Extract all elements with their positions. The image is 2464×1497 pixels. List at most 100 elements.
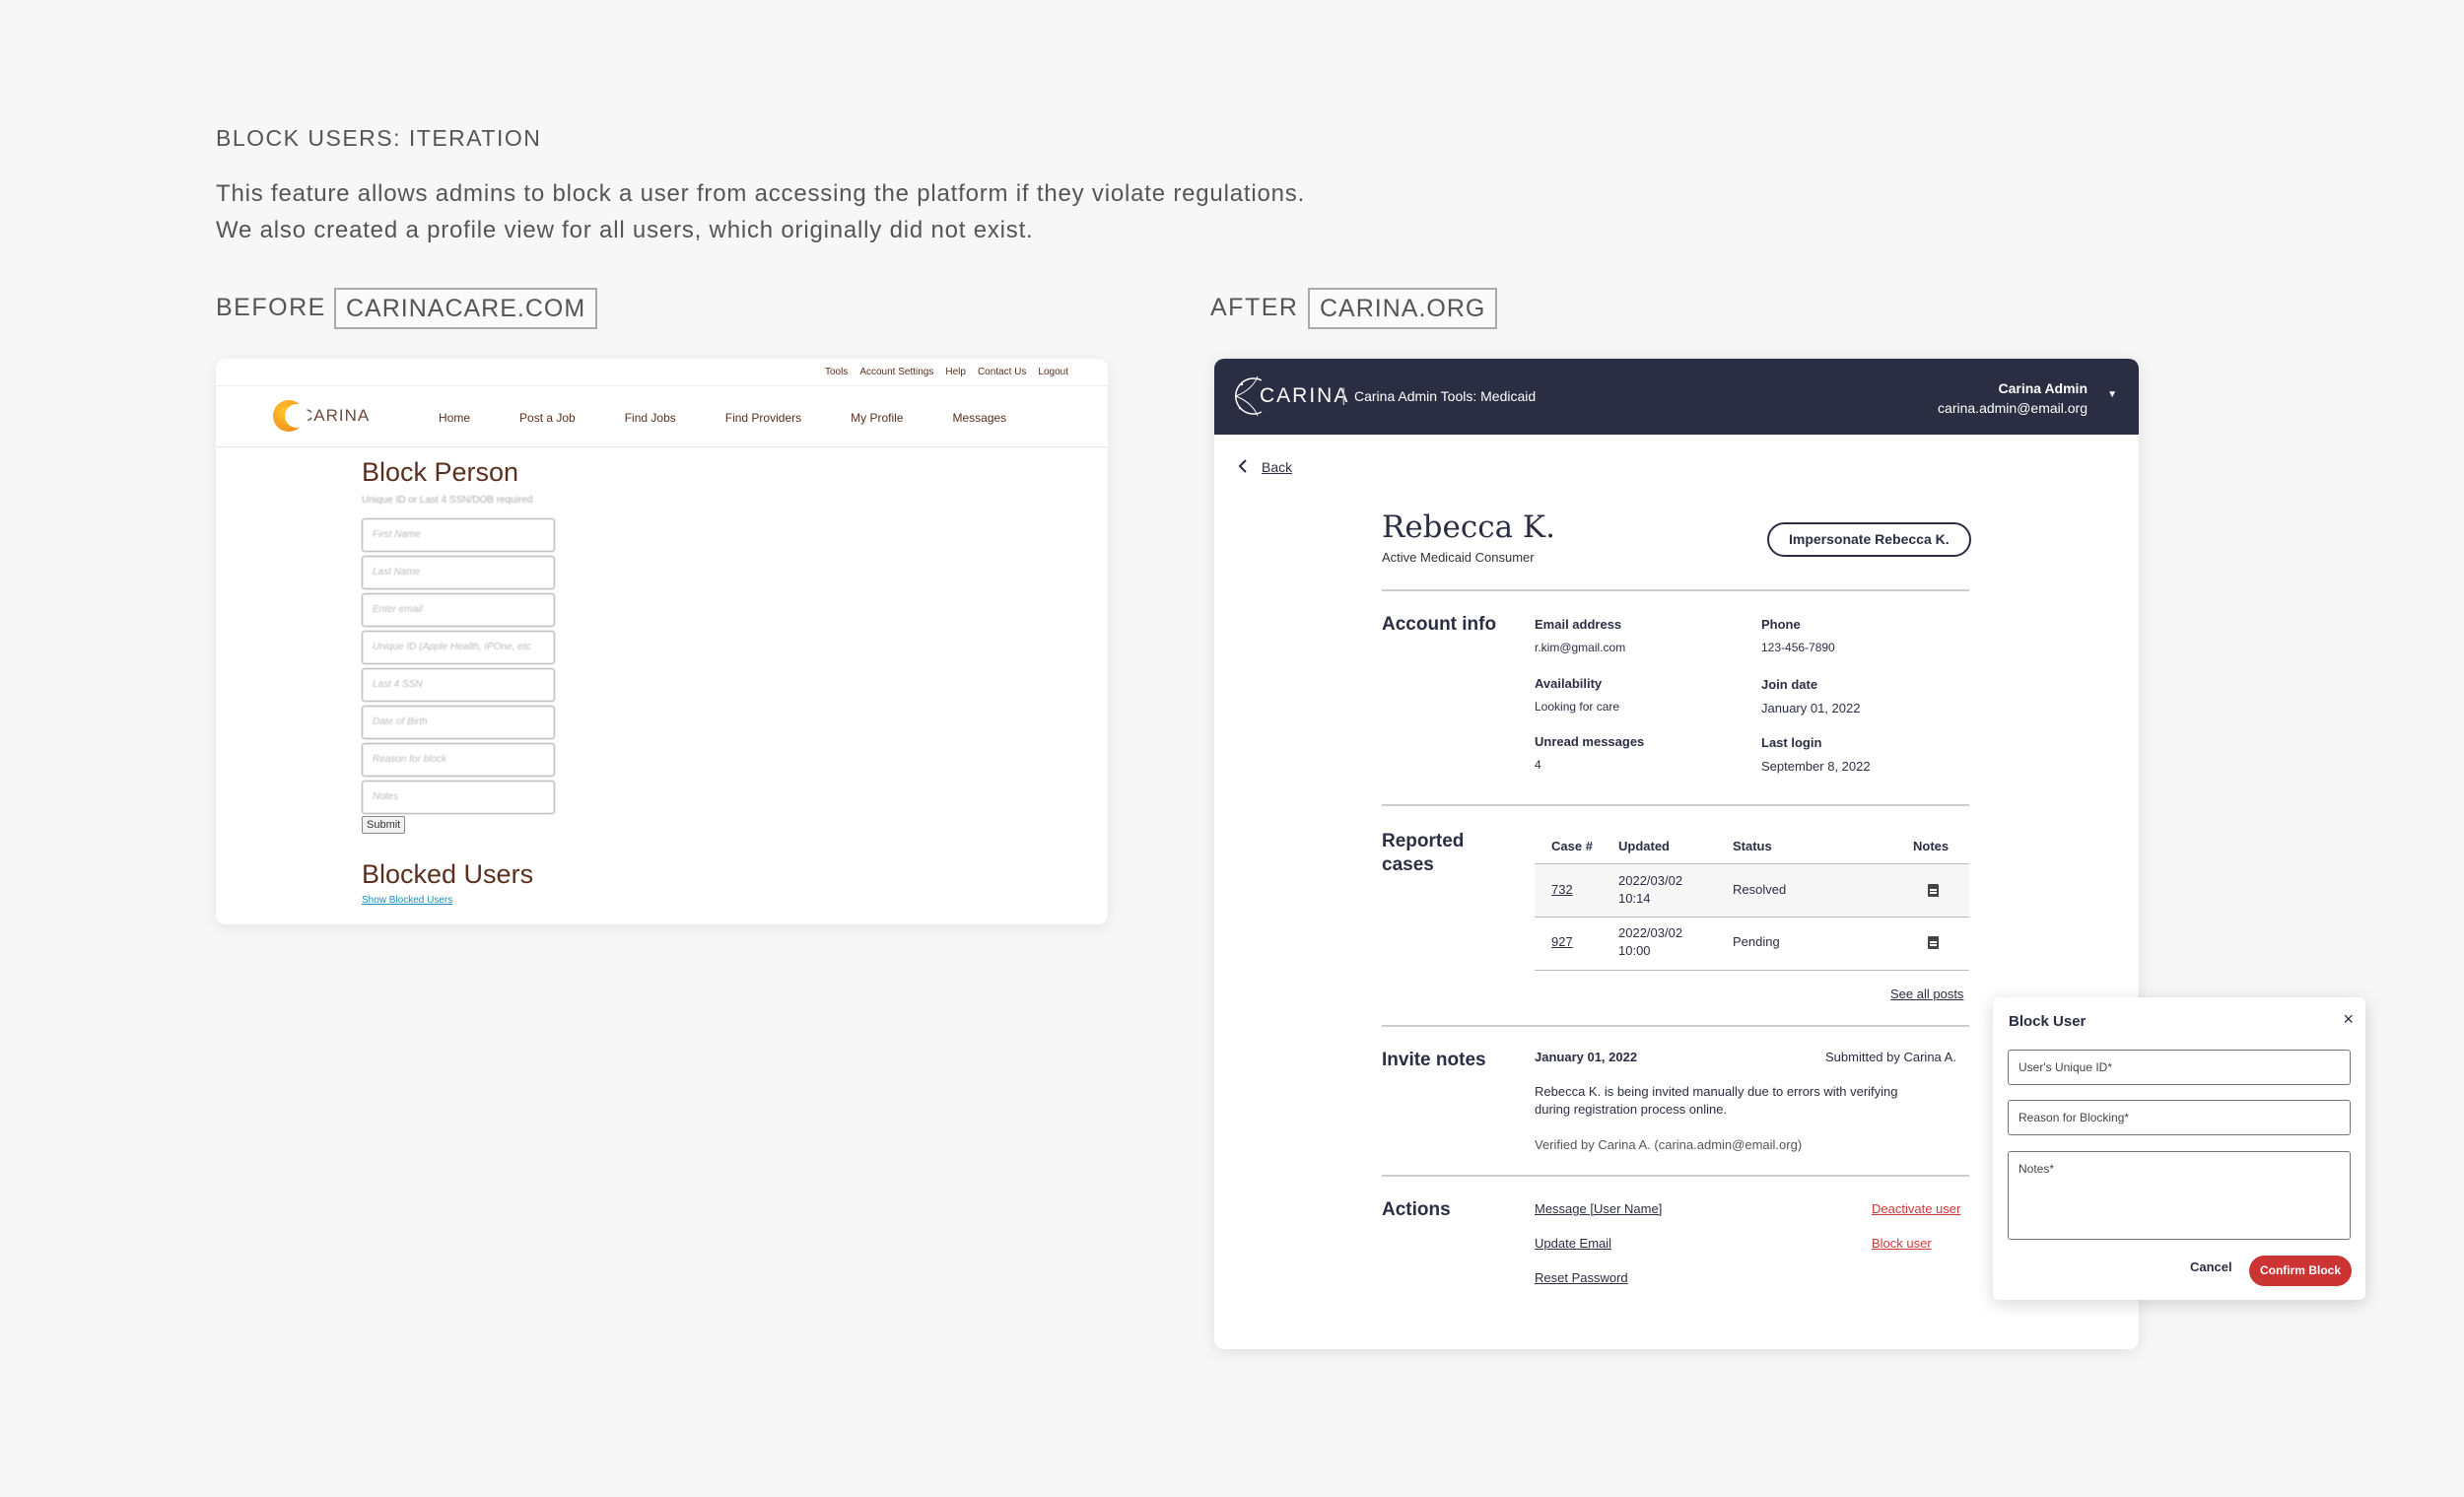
admin-header: CARINA | Carina Admin Tools: Medicaid Ca… <box>1214 359 2139 435</box>
blocked-users-heading: Blocked Users <box>362 859 534 889</box>
nav-find-providers[interactable]: Find Providers <box>725 411 801 425</box>
email-value: r.kim@gmail.com <box>1535 641 1626 654</box>
divider <box>1382 589 1969 591</box>
top-link-help[interactable]: Help <box>945 367 966 377</box>
section-title: BLOCK USERS: ITERATION <box>216 125 542 151</box>
submit-button[interactable]: Submit <box>362 816 406 834</box>
divider <box>1382 1025 1969 1027</box>
case-link[interactable]: 927 <box>1551 934 1573 949</box>
nav-find-jobs[interactable]: Find Jobs <box>625 411 676 425</box>
phone-label: Phone <box>1761 617 1801 632</box>
before-nav-bar: CARINA Home Post a Job Find Jobs Find Pr… <box>216 386 1108 447</box>
user-name: Carina Admin <box>1998 380 2088 396</box>
back-link-label: Back <box>1262 459 1293 475</box>
table-row: 732 2022/03/02 10:14 Resolved <box>1535 864 1969 917</box>
impersonate-button[interactable]: Impersonate Rebecca K. <box>1767 522 1971 557</box>
updated-date: 2022/03/02 <box>1618 925 1683 940</box>
nav-my-profile[interactable]: My Profile <box>851 411 903 425</box>
header-tool-name: Carina Admin Tools: Medicaid <box>1354 388 1537 404</box>
nav-messages[interactable]: Messages <box>952 411 1006 425</box>
nav-post-a-job[interactable]: Post a Job <box>519 411 576 425</box>
block-person-heading: Block Person <box>362 457 519 487</box>
availability-label: Availability <box>1535 676 1603 691</box>
top-link-tools[interactable]: Tools <box>825 367 848 377</box>
availability-value: Looking for care <box>1535 700 1620 714</box>
feature-description: This feature allows admins to block a us… <box>216 175 1305 248</box>
updated-time: 10:00 <box>1618 943 1651 958</box>
divider <box>1382 804 1969 806</box>
see-all-posts-link[interactable]: See all posts <box>1890 987 1963 1001</box>
modal-title: Block User <box>2009 1013 2087 1030</box>
message-user-link[interactable]: Message [User Name] <box>1535 1201 1662 1216</box>
update-email-link[interactable]: Update Email <box>1535 1236 1611 1251</box>
last-login-value: September 8, 2022 <box>1761 759 1871 774</box>
unread-messages-value: 4 <box>1535 758 1541 772</box>
invite-text-line-2: during registration process online. <box>1535 1102 1728 1117</box>
header-brand: CARINA <box>1260 384 1350 407</box>
invite-verified-by: Verified by Carina A. (carina.admin@emai… <box>1535 1137 1803 1152</box>
back-link[interactable]: Back <box>1238 459 1292 475</box>
close-icon[interactable]: × <box>2343 1009 2354 1030</box>
block-user-link[interactable]: Block user <box>1872 1236 1932 1251</box>
email-field[interactable]: Enter email <box>362 593 555 627</box>
join-date-label: Join date <box>1761 677 1818 692</box>
profile-name: Rebecca K. <box>1382 510 1555 545</box>
document-icon[interactable] <box>1928 884 1939 897</box>
top-link-contact-us[interactable]: Contact Us <box>978 367 1026 377</box>
confirm-block-button[interactable]: Confirm Block <box>2249 1256 2352 1286</box>
invite-text-line-1: Rebecca K. is being invited manually due… <box>1535 1084 1898 1099</box>
before-logo[interactable]: CARINA <box>273 400 370 432</box>
before-top-bar: Tools Account Settings Help Contact Us L… <box>216 359 1108 386</box>
divider <box>1382 1175 1969 1177</box>
col-header-case: Case # <box>1551 839 1593 853</box>
description-line-2: We also created a profile view for all u… <box>216 217 1034 243</box>
case-link[interactable]: 732 <box>1551 882 1573 897</box>
notes-field[interactable]: Notes <box>362 781 555 814</box>
before-label: BEFORE <box>216 294 326 321</box>
chevron-down-icon[interactable]: ▼ <box>2107 389 2117 400</box>
unread-messages-label: Unread messages <box>1535 734 1645 749</box>
last-name-field[interactable]: Last Name <box>362 556 555 589</box>
deactivate-user-link[interactable]: Deactivate user <box>1872 1201 1960 1216</box>
case-status: Resolved <box>1733 882 1787 897</box>
description-line-1: This feature allows admins to block a us… <box>216 180 1306 207</box>
document-icon[interactable] <box>1928 936 1939 949</box>
nav-home[interactable]: Home <box>439 411 470 425</box>
col-header-status: Status <box>1733 839 1772 853</box>
first-name-field[interactable]: First Name <box>362 518 555 552</box>
case-status: Pending <box>1733 934 1780 949</box>
block-person-subheading: Unique ID or Last 4 SSN/DOB required <box>362 495 533 506</box>
reported-cases-title: Reported cases <box>1382 830 1464 877</box>
reason-field[interactable]: Reason for block <box>362 743 555 777</box>
last-login-label: Last login <box>1761 735 1822 750</box>
after-site-label: CARINA.ORG <box>1308 288 1498 329</box>
table-line <box>1535 970 1969 971</box>
top-link-logout[interactable]: Logout <box>1038 367 1068 377</box>
col-header-updated: Updated <box>1618 839 1670 853</box>
before-logo-text: CARINA <box>301 406 371 425</box>
reported-cases-title-line-1: Reported <box>1382 831 1465 851</box>
notes-textarea[interactable]: Notes* <box>2008 1151 2351 1240</box>
carina-logo-icon <box>273 400 308 432</box>
before-screenshot: Tools Account Settings Help Contact Us L… <box>216 359 1108 924</box>
cancel-button[interactable]: Cancel <box>2190 1259 2232 1274</box>
date-of-birth-field[interactable]: Date of Birth <box>362 706 555 739</box>
after-label: AFTER <box>1210 294 1299 321</box>
phone-value: 123-456-7890 <box>1761 641 1835 654</box>
updated-date: 2022/03/02 <box>1618 873 1683 888</box>
block-user-modal: Block User × User's Unique ID* Reason fo… <box>1993 997 2365 1300</box>
table-row: 927 2022/03/02 10:00 Pending <box>1535 918 1969 970</box>
join-date-value: January 01, 2022 <box>1761 701 1861 715</box>
actions-title: Actions <box>1382 1199 1451 1220</box>
reason-input[interactable]: Reason for Blocking* <box>2008 1100 2351 1135</box>
show-blocked-users-link[interactable]: Show Blocked Users <box>362 895 452 906</box>
reset-password-link[interactable]: Reset Password <box>1535 1270 1628 1285</box>
last-4-ssn-field[interactable]: Last 4 SSN <box>362 668 555 702</box>
header-separator: | <box>1341 385 1346 405</box>
account-info-title: Account info <box>1382 614 1497 635</box>
unique-id-field[interactable]: Unique ID (Apple Health, IPOne, etc <box>362 631 555 664</box>
top-link-account-settings[interactable]: Account Settings <box>859 367 933 377</box>
user-menu[interactable]: Carina Admin carina.admin@email.org <box>1938 378 2088 418</box>
chevron-left-icon <box>1238 459 1247 473</box>
unique-id-input[interactable]: User's Unique ID* <box>2008 1050 2351 1085</box>
